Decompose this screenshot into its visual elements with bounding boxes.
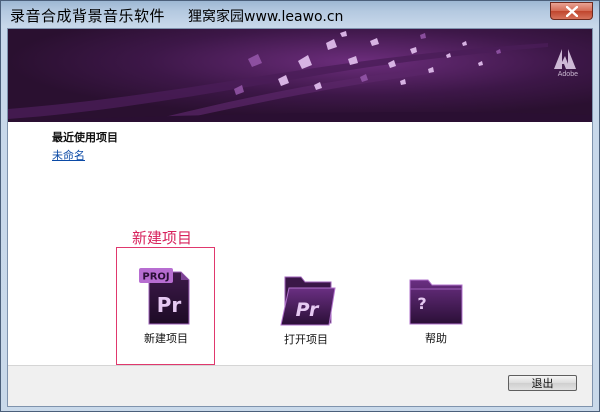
title-bar[interactable]: 录音合成背景音乐软件 狸窝家园www.leawo.cn <box>1 1 599 29</box>
close-icon <box>566 6 578 17</box>
help-folder-icon: ? <box>409 279 463 325</box>
footer-bar <box>8 365 592 406</box>
banner-artwork <box>8 29 592 122</box>
annotation-label: 新建项目 <box>132 229 193 247</box>
open-folder-icon: Pr <box>280 276 336 326</box>
new-project-label: 新建项目 <box>144 332 188 345</box>
help-label: 帮助 <box>425 332 447 345</box>
help-button[interactable]: ? 帮助 <box>391 276 481 346</box>
pr-glyph-new: Pr <box>157 293 182 317</box>
question-glyph: ? <box>417 294 426 313</box>
adobe-logo-icon <box>554 49 576 69</box>
header-banner: Adobe <box>8 29 592 122</box>
recent-projects-heading: 最近使用项目 <box>52 131 118 144</box>
new-project-icon: PROJ Pr <box>139 268 190 325</box>
close-button[interactable] <box>550 2 593 20</box>
open-project-button[interactable]: Pr 打开项目 <box>261 273 351 347</box>
new-project-button[interactable]: PROJ Pr 新建项目 <box>121 266 211 346</box>
window-title-suffix: 狸窝家园www.leawo.cn <box>188 9 344 25</box>
recent-project-link[interactable]: 未命名 <box>52 147 85 163</box>
pr-glyph-open: Pr <box>296 299 320 321</box>
adobe-wordmark: Adobe <box>557 71 578 78</box>
proj-badge-text: PROJ <box>142 272 169 283</box>
application-window: 录音合成背景音乐软件 狸窝家园www.leawo.cn Adobe 最近使用项目… <box>0 0 600 412</box>
open-project-label: 打开项目 <box>284 333 328 346</box>
window-title: 录音合成背景音乐软件 <box>10 7 166 25</box>
exit-button[interactable]: 退出 <box>508 375 577 391</box>
welcome-panel: Adobe 最近使用项目 未命名 新建项目 PROJ Pr 新建项目 Pr 打开… <box>7 28 593 407</box>
